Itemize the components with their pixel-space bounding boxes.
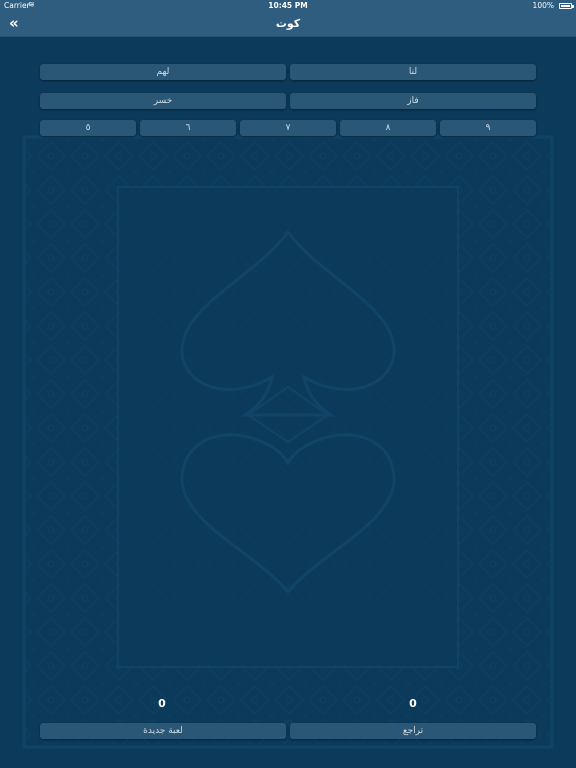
clock: 10:45 PM <box>268 1 308 10</box>
score-them: 0 <box>158 697 166 710</box>
battery-icon <box>559 3 572 9</box>
number-6-button[interactable]: ٦ <box>140 120 236 136</box>
new-game-button[interactable]: لعبة جديدة <box>40 723 286 739</box>
battery-percent: 100% <box>532 1 554 10</box>
status-bar: Carrier ≋ 10:45 PM 100% <box>0 0 576 12</box>
team-us-button[interactable]: لنا <box>290 64 536 80</box>
page-title: كوت <box>275 17 301 30</box>
battery-tip <box>572 5 574 8</box>
won-button[interactable]: فاز <box>290 93 536 109</box>
score-us: 0 <box>409 697 417 710</box>
lost-button[interactable]: خسر <box>40 93 286 109</box>
number-5-button[interactable]: ٥ <box>40 120 136 136</box>
card-back-pattern <box>22 127 554 749</box>
number-7-button[interactable]: ٧ <box>240 120 336 136</box>
number-8-button[interactable]: ٨ <box>340 120 436 136</box>
nav-bar: « كوت <box>0 12 576 37</box>
undo-button[interactable]: تراجع <box>290 723 536 739</box>
number-9-button[interactable]: ٩ <box>440 120 536 136</box>
team-them-button[interactable]: لهم <box>40 64 286 80</box>
